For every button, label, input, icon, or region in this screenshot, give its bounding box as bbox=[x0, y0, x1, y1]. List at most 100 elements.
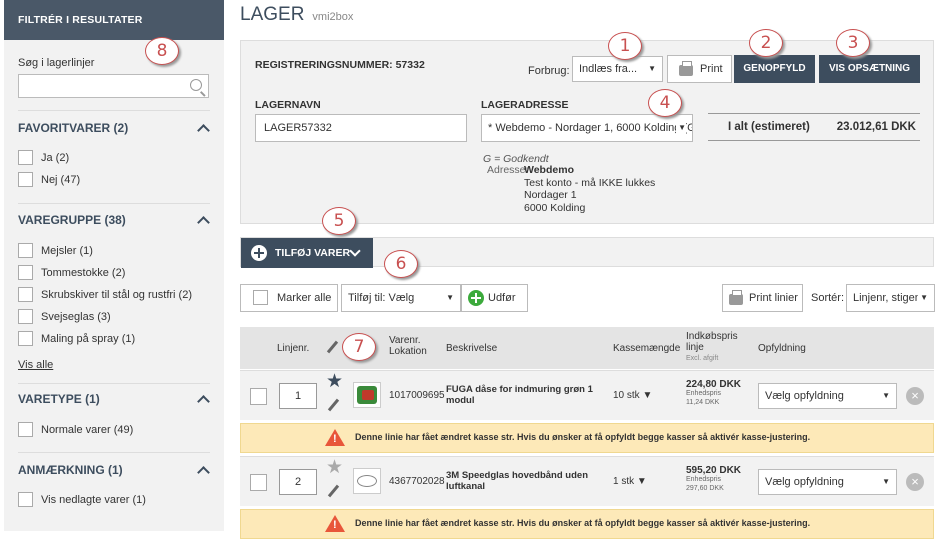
chevron-up-icon[interactable] bbox=[197, 124, 210, 137]
filter-label: Skrubskiver til stål og rustfri (2) bbox=[41, 288, 192, 301]
checkbox[interactable] bbox=[18, 331, 33, 346]
callout-marker-4: 4 bbox=[648, 89, 682, 117]
printer-icon bbox=[729, 290, 743, 305]
line-number-input[interactable]: 1 bbox=[279, 383, 317, 409]
col-indkobspris[interactable]: Indkøbspris linje Excl. afgift bbox=[686, 331, 738, 364]
filter-nej[interactable]: Nej (47) bbox=[18, 172, 80, 187]
line-number-input[interactable]: 2 bbox=[279, 469, 317, 495]
col-linjenr[interactable]: Linjenr. bbox=[277, 343, 309, 354]
col-opfyldning[interactable]: Opfyldning bbox=[758, 343, 806, 354]
add-to-select[interactable]: Tilføj til: Vælg ▼ bbox=[341, 284, 461, 312]
divider bbox=[18, 110, 210, 111]
checkbox[interactable] bbox=[18, 492, 33, 507]
filter-label: Maling på spray (1) bbox=[41, 332, 136, 345]
select-all-button[interactable]: Marker alle bbox=[240, 284, 338, 312]
filter-label: Mejsler (1) bbox=[41, 244, 93, 257]
callout-marker-3: 3 bbox=[836, 29, 870, 57]
add-items-label: TILFØJ VARER bbox=[275, 247, 351, 259]
edit-icon[interactable] bbox=[327, 398, 340, 412]
sort-select[interactable]: Linjenr, stigend ▼ bbox=[846, 284, 935, 312]
forbrug-select[interactable]: Indlæs fra... ▼ bbox=[572, 56, 663, 82]
refill-select[interactable]: Vælg opfyldning ▼ bbox=[758, 383, 897, 409]
box-quantity[interactable]: 1 stk ▼ bbox=[613, 476, 647, 487]
filter-ja[interactable]: Ja (2) bbox=[18, 150, 69, 165]
col-beskrivelse[interactable]: Beskrivelse bbox=[446, 343, 497, 354]
print-button[interactable]: Print bbox=[667, 55, 732, 83]
address-line: Test konto - må IKKE lukkes bbox=[524, 176, 656, 189]
show-all-link[interactable]: Vis alle bbox=[18, 359, 53, 371]
chevron-up-icon[interactable] bbox=[197, 395, 210, 408]
col-varenr-label: Varenr. bbox=[389, 335, 421, 346]
address-label: Adresse: bbox=[487, 164, 529, 176]
filter-sidebar: FILTRÉR I RESULTATER Søg i lagerlinjer F… bbox=[4, 0, 224, 531]
dropdown-arrow-icon: ▼ bbox=[918, 285, 928, 311]
checkbox[interactable] bbox=[18, 265, 33, 280]
address-line: Nordager 1 bbox=[524, 189, 577, 201]
warehouse-panel: REGISTRERINGSNUMMER: 57332 Forbrug: Indl… bbox=[240, 40, 934, 224]
line-price: 595,20 DKK Enhedspris 297,60 DKK bbox=[686, 465, 741, 493]
section-anmaerkning-title[interactable]: ANMÆRKNING (1) bbox=[18, 463, 123, 477]
filter-nedlagte[interactable]: Vis nedlagte varer (1) bbox=[18, 492, 146, 507]
lagernavn-label: LAGERNAVN bbox=[255, 99, 321, 111]
filter-svejseglas[interactable]: Svejseglas (3) bbox=[18, 309, 111, 324]
lageradresse-select[interactable]: * Webdemo - Nordager 1, 6000 Kolding (G ▼ bbox=[481, 114, 693, 142]
edit-icon[interactable] bbox=[327, 484, 340, 498]
address-line: Webdemo bbox=[524, 164, 574, 176]
refill-value: Vælg opfyldning bbox=[765, 476, 844, 488]
checkbox[interactable] bbox=[18, 287, 33, 302]
print-lines-button[interactable]: Print linier bbox=[722, 284, 803, 312]
refill-value: Vælg opfyldning bbox=[765, 390, 844, 402]
favorite-star-icon[interactable]: ★ bbox=[326, 458, 343, 478]
total-estimate: I alt (estimeret) 23.012,61 DKK bbox=[708, 113, 920, 141]
warning-banner: Denne linie har fået ændret kasse str. H… bbox=[240, 423, 934, 453]
filter-skrubskiver[interactable]: Skrubskiver til stål og rustfri (2) bbox=[18, 287, 192, 302]
row-checkbox[interactable] bbox=[250, 474, 267, 491]
col-varenr[interactable]: Varenr. Lokation bbox=[389, 335, 427, 357]
col-lokation-label: Lokation bbox=[389, 346, 427, 357]
divider bbox=[18, 203, 210, 204]
row-checkbox[interactable] bbox=[250, 388, 267, 405]
product-description: FUGA dåse for indmuring grøn 1 modul bbox=[446, 384, 593, 406]
col-price-note: Excl. afgift bbox=[686, 355, 719, 362]
section-varegruppe-title[interactable]: VAREGRUPPE (38) bbox=[18, 213, 126, 227]
favorite-star-icon[interactable]: ★ bbox=[326, 372, 343, 392]
checkbox[interactable] bbox=[18, 309, 33, 324]
vis-opsaetning-button[interactable]: VIS OPSÆTNING bbox=[819, 55, 920, 83]
chevron-up-icon[interactable] bbox=[197, 466, 210, 479]
box-quantity[interactable]: 10 stk ▼ bbox=[613, 390, 652, 401]
dropdown-arrow-icon: ▼ bbox=[882, 477, 890, 486]
dropdown-arrow-icon: ▼ bbox=[676, 115, 686, 141]
search-input[interactable] bbox=[18, 74, 209, 98]
checkbox[interactable] bbox=[253, 290, 268, 305]
section-varetype-title[interactable]: VARETYPE (1) bbox=[18, 392, 100, 406]
col-kassemaengde[interactable]: Kassemængde bbox=[613, 343, 680, 354]
forbrug-value: Indlæs fra... bbox=[579, 63, 638, 75]
registration-number: REGISTRERINGSNUMMER: 57332 bbox=[255, 59, 425, 71]
genopfyld-button[interactable]: GENOPFYLD bbox=[734, 55, 815, 83]
printer-icon bbox=[679, 61, 693, 76]
checkbox[interactable] bbox=[18, 172, 33, 187]
chevron-down-icon bbox=[349, 245, 361, 257]
callout-marker-8: 8 bbox=[145, 37, 179, 65]
remove-row-icon[interactable]: × bbox=[906, 387, 924, 405]
filter-maling[interactable]: Maling på spray (1) bbox=[18, 331, 135, 346]
total-value: 23.012,61 DKK bbox=[836, 121, 916, 133]
callout-marker-6: 6 bbox=[384, 250, 418, 278]
filter-normale[interactable]: Normale varer (49) bbox=[18, 422, 133, 437]
refill-select[interactable]: Vælg opfyldning ▼ bbox=[758, 469, 897, 495]
chevron-up-icon[interactable] bbox=[197, 216, 210, 229]
execute-button[interactable]: Udfør bbox=[461, 284, 528, 312]
lagernavn-input[interactable]: LAGER57332 bbox=[255, 114, 467, 142]
remove-row-icon[interactable]: × bbox=[906, 473, 924, 491]
line-price: 224,80 DKK Enhedspris 11,24 DKK bbox=[686, 379, 741, 407]
add-items-button[interactable]: TILFØJ VARER bbox=[241, 238, 373, 268]
warning-icon bbox=[325, 429, 345, 446]
filter-tommestokke[interactable]: Tommestokke (2) bbox=[18, 265, 125, 280]
filter-label: Tommestokke (2) bbox=[41, 266, 126, 279]
filter-mejsler[interactable]: Mejsler (1) bbox=[18, 243, 93, 258]
search-icon[interactable] bbox=[190, 79, 202, 91]
checkbox[interactable] bbox=[18, 243, 33, 258]
checkbox[interactable] bbox=[18, 422, 33, 437]
section-favoritvarer-title[interactable]: FAVORITVARER (2) bbox=[18, 121, 128, 135]
checkbox[interactable] bbox=[18, 150, 33, 165]
